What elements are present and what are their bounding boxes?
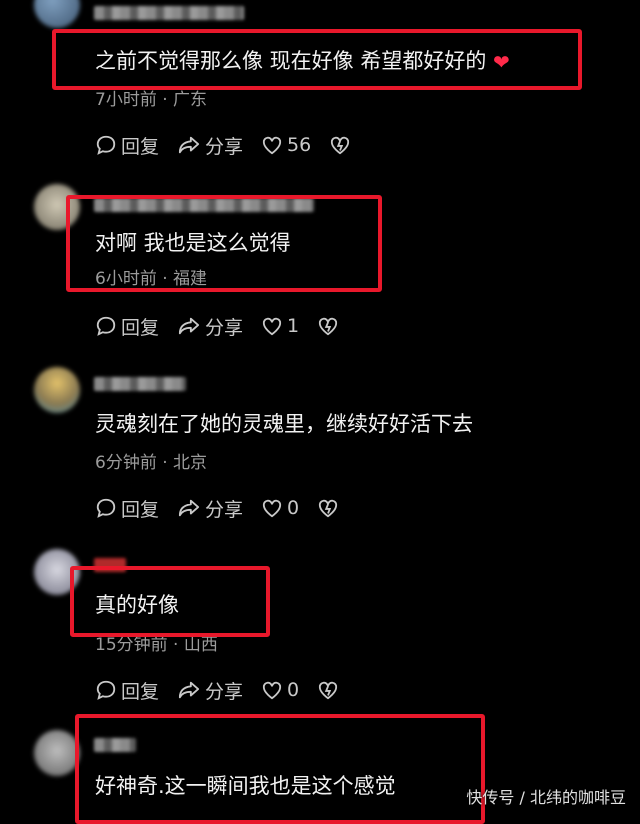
highlight-box [70, 566, 270, 637]
comment-meta: 6分钟前 · 北京 [95, 453, 208, 473]
comment-icon [96, 680, 116, 700]
avatar[interactable] [34, 730, 80, 776]
dislike-button[interactable] [317, 316, 343, 336]
avatar[interactable] [34, 0, 80, 28]
avatar[interactable] [34, 367, 80, 413]
reply-button[interactable]: 回复 [95, 132, 159, 159]
share-icon [178, 136, 200, 154]
like-button[interactable]: 1 [261, 315, 299, 337]
like-heart-icon [262, 136, 282, 155]
comment-icon [96, 135, 116, 155]
share-button[interactable]: 分享 [177, 313, 243, 340]
like-count: 1 [287, 315, 300, 337]
dislike-heart-icon [319, 317, 338, 336]
like-heart-icon [262, 499, 282, 518]
comment-actions: 回复 分享 0 [95, 495, 361, 521]
username-blurred[interactable] [94, 377, 186, 391]
share-button[interactable]: 分享 [177, 677, 243, 704]
like-heart-icon [262, 681, 282, 700]
reply-button[interactable]: 回复 [95, 677, 159, 704]
dislike-button[interactable] [329, 135, 355, 155]
reply-button[interactable]: 回复 [95, 313, 159, 340]
dislike-button[interactable] [317, 498, 343, 518]
like-count: 56 [287, 134, 312, 156]
share-label: 分享 [205, 498, 244, 521]
share-label: 分享 [205, 316, 244, 339]
like-button[interactable]: 56 [261, 134, 311, 156]
comment-actions: 回复 分享 1 [95, 313, 361, 339]
share-label: 分享 [205, 135, 244, 158]
share-button[interactable]: 分享 [177, 132, 243, 159]
dislike-heart-icon [319, 499, 338, 518]
share-icon [178, 317, 200, 335]
comment-meta: 15分钟前 · 山西 [95, 635, 218, 655]
share-button[interactable]: 分享 [177, 495, 243, 522]
dislike-button[interactable] [317, 680, 343, 700]
watermark: 快传号 / 北纬的咖啡豆 [466, 788, 626, 807]
share-icon [178, 681, 200, 699]
reply-label: 回复 [121, 498, 160, 521]
comment-text: 灵魂刻在了她的灵魂里，继续好好活下去 [95, 412, 473, 436]
share-label: 分享 [205, 680, 244, 703]
share-icon [178, 499, 200, 517]
like-button[interactable]: 0 [261, 679, 299, 701]
highlight-box [75, 714, 485, 824]
reply-label: 回复 [121, 135, 160, 158]
dislike-heart-icon [319, 681, 338, 700]
highlight-box [66, 195, 382, 292]
like-count: 0 [287, 497, 300, 519]
comment-meta: 7小时前 · 广东 [95, 90, 208, 110]
username-blurred[interactable] [94, 6, 244, 20]
comment-actions: 回复 分享 0 [95, 677, 361, 703]
like-count: 0 [287, 679, 300, 701]
reply-label: 回复 [121, 316, 160, 339]
highlight-box [52, 29, 582, 90]
comment-actions: 回复 分享 56 [95, 132, 373, 158]
like-heart-icon [262, 317, 282, 336]
comment-icon [96, 316, 116, 336]
reply-label: 回复 [121, 680, 160, 703]
comment-icon [96, 498, 116, 518]
dislike-heart-icon [331, 136, 350, 155]
reply-button[interactable]: 回复 [95, 495, 159, 522]
like-button[interactable]: 0 [261, 497, 299, 519]
